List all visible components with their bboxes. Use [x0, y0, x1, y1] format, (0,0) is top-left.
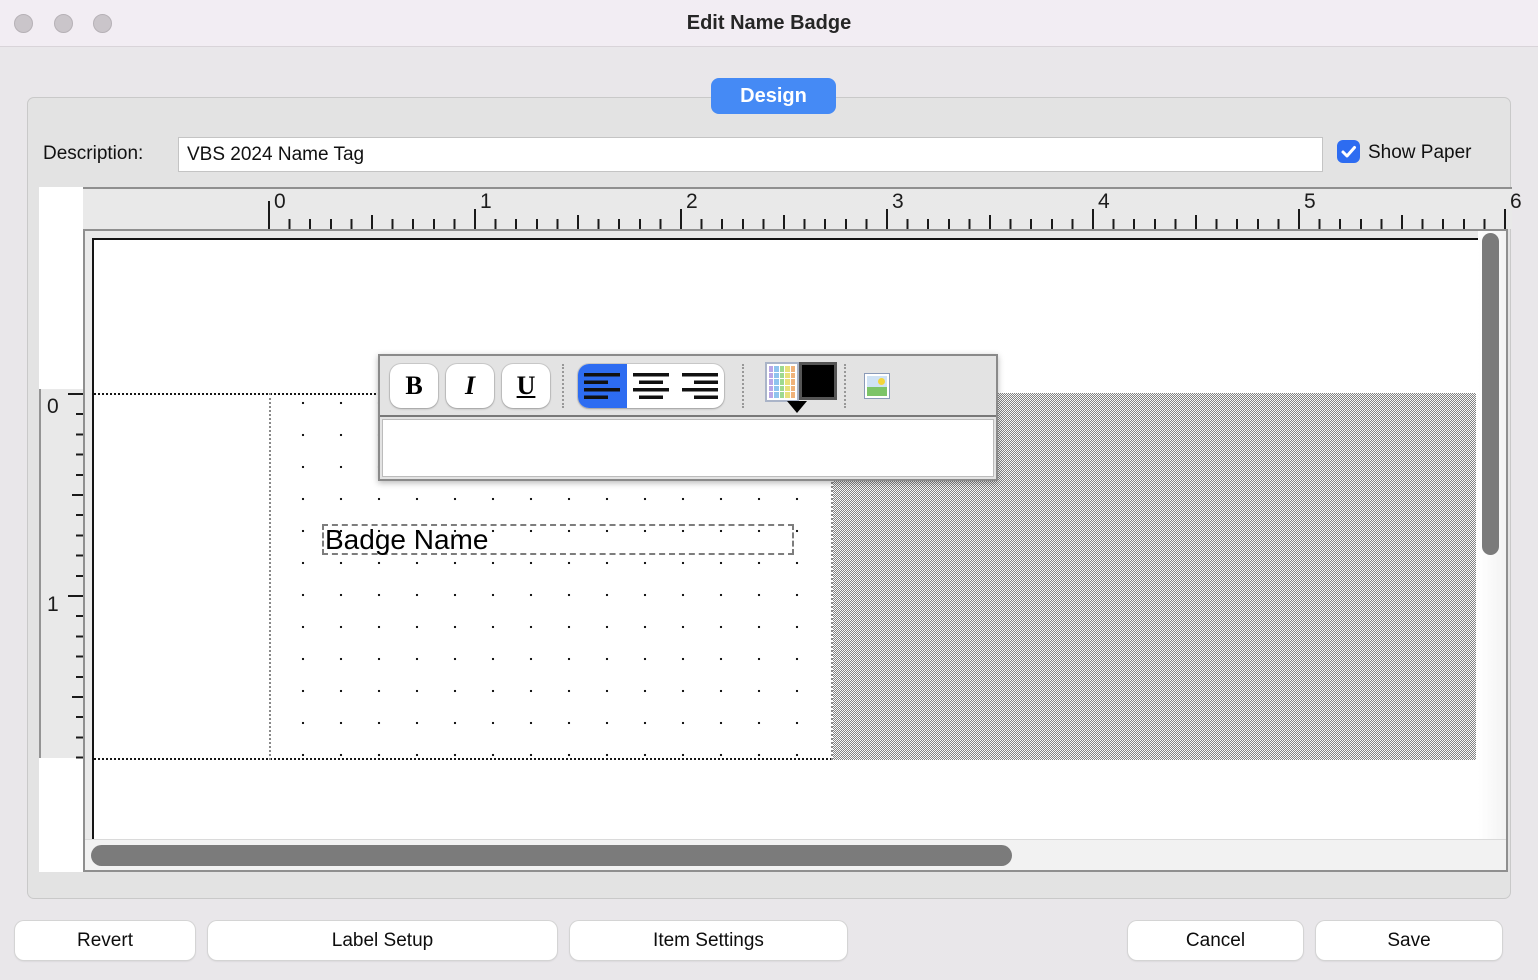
vertical-scrollbar[interactable]: [1478, 231, 1506, 839]
palette-color-cell: [774, 379, 778, 385]
palette-color-cell: [785, 373, 789, 379]
palette-color-cell: [785, 379, 789, 385]
palette-color-cell: [791, 379, 795, 385]
label-scrollview: Badge Name B I U: [83, 229, 1508, 872]
color-swatch-button[interactable]: [799, 362, 837, 400]
horizontal-scrollbar-thumb[interactable]: [91, 845, 1012, 866]
alignment-group: [578, 364, 724, 408]
badge-name-element[interactable]: Badge Name: [322, 524, 794, 555]
palette-color-cell: [791, 392, 795, 398]
palette-color-cell: [791, 366, 795, 372]
color-dropdown-arrow-icon[interactable]: [787, 401, 807, 413]
design-canvas: 01 0123456 Badge Name B I U: [39, 187, 1512, 872]
palette-color-cell: [785, 392, 789, 398]
align-center-icon: [633, 371, 669, 401]
palette-color-cell: [780, 379, 784, 385]
v-ruler-label: 1: [47, 593, 59, 617]
show-paper-label: Show Paper: [1368, 142, 1472, 164]
paper: Badge Name: [92, 238, 1478, 839]
v-ruler-label: 0: [47, 395, 59, 419]
palette-color-cell: [785, 366, 789, 372]
palette-color-cell: [780, 392, 784, 398]
sun-icon: [878, 378, 885, 385]
toolbar-separator: [562, 364, 564, 408]
italic-button[interactable]: I: [446, 364, 494, 408]
palette-color-cell: [769, 386, 773, 392]
titlebar: Edit Name Badge: [0, 0, 1538, 47]
ruler-origin-tick: [268, 201, 270, 229]
color-palette-icon[interactable]: [765, 362, 799, 402]
palette-color-cell: [769, 366, 773, 372]
palette-color-cell: [774, 392, 778, 398]
vertical-scrollbar-thumb[interactable]: [1482, 233, 1499, 555]
show-paper-checkbox[interactable]: [1337, 140, 1360, 163]
insert-image-button[interactable]: [864, 373, 890, 399]
item-settings-button[interactable]: Item Settings: [570, 921, 847, 960]
align-left-icon: [584, 371, 620, 401]
align-left-button[interactable]: [578, 364, 627, 408]
window-title: Edit Name Badge: [0, 0, 1538, 47]
horizontal-ruler-ticks: [268, 187, 1512, 229]
text-format-toolbar: B I U: [378, 354, 998, 481]
save-button[interactable]: Save: [1316, 921, 1502, 960]
palette-color-cell: [785, 386, 789, 392]
description-input[interactable]: [178, 137, 1323, 172]
text-edit-field[interactable]: [382, 419, 994, 477]
toolbar-divider: [380, 415, 996, 417]
palette-color-cell: [791, 373, 795, 379]
badge-name-text: Badge Name: [325, 524, 488, 556]
palette-color-cell: [774, 386, 778, 392]
palette-color-cell: [780, 386, 784, 392]
toolbar-row: B I U: [380, 356, 996, 415]
image-icon: [867, 376, 887, 396]
label-setup-button[interactable]: Label Setup: [208, 921, 557, 960]
toolbar-separator: [742, 364, 744, 408]
underline-button[interactable]: U: [502, 364, 550, 408]
checkmark-icon: [1339, 142, 1358, 161]
palette-color-cell: [774, 373, 778, 379]
align-right-button[interactable]: [675, 364, 724, 408]
cancel-button[interactable]: Cancel: [1128, 921, 1303, 960]
description-label: Description:: [43, 143, 143, 165]
palette-color-cell: [769, 379, 773, 385]
align-center-button[interactable]: [627, 364, 676, 408]
palette-color-cell: [769, 373, 773, 379]
horizontal-scrollbar[interactable]: [85, 839, 1506, 870]
palette-color-cell: [769, 392, 773, 398]
vertical-ruler-ticks: [68, 393, 83, 759]
design-panel: Description: Show Paper 01 0123456 Badge…: [27, 97, 1511, 899]
palette-color-cell: [791, 386, 795, 392]
palette-color-cell: [774, 366, 778, 372]
bold-button[interactable]: B: [390, 364, 438, 408]
toolbar-separator: [844, 364, 846, 408]
palette-color-cell: [780, 373, 784, 379]
palette-color-cell: [780, 366, 784, 372]
align-right-icon: [682, 371, 718, 401]
revert-button[interactable]: Revert: [15, 921, 195, 960]
tab-design[interactable]: Design: [711, 78, 836, 114]
